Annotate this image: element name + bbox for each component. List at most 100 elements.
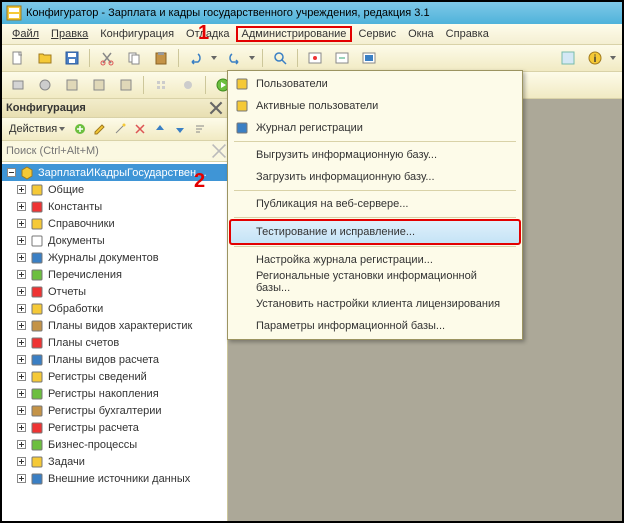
tree-item[interactable]: Внешние источники данных [2, 470, 227, 487]
dbg-3[interactable] [60, 73, 84, 97]
menu-windows[interactable]: Окна [402, 26, 440, 42]
menu-service[interactable]: Сервис [352, 26, 402, 42]
user-icon [234, 76, 250, 92]
menu-item[interactable]: Журнал регистрации [230, 117, 520, 139]
tree-item-label: Бизнес-процессы [48, 439, 137, 451]
expand-icon[interactable] [16, 422, 27, 433]
expand-icon[interactable] [16, 337, 27, 348]
menu-item[interactable]: Тестирование и исправление... [230, 220, 520, 244]
menu-item-label: Тестирование и исправление... [256, 226, 415, 238]
tree-item[interactable]: Регистры накопления [2, 385, 227, 402]
search-row [2, 141, 227, 162]
expand-icon[interactable] [16, 184, 27, 195]
up-icon[interactable] [151, 120, 169, 138]
menu-item[interactable]: Загрузить информационную базу... [230, 166, 520, 188]
actions-dropdown[interactable]: Действия [5, 121, 69, 137]
action2-button[interactable] [330, 46, 354, 70]
expand-icon[interactable] [16, 286, 27, 297]
sort-icon[interactable] [191, 120, 209, 138]
action1-button[interactable] [303, 46, 327, 70]
delete-icon[interactable] [131, 120, 149, 138]
save-button[interactable] [60, 46, 84, 70]
expand-icon[interactable] [16, 269, 27, 280]
down-icon[interactable] [171, 120, 189, 138]
cut-button[interactable] [95, 46, 119, 70]
expand-icon[interactable] [16, 201, 27, 212]
tree-item[interactable]: Планы счетов [2, 334, 227, 351]
reg-acc-icon [29, 386, 45, 402]
expand-icon[interactable] [16, 218, 27, 229]
dbg-5[interactable] [114, 73, 138, 97]
info-dropdown[interactable] [610, 56, 618, 60]
menu-item[interactable]: Установить настройки клиента лицензирова… [230, 293, 520, 315]
redo-button[interactable] [222, 46, 246, 70]
tree-item-label: Документы [48, 235, 105, 247]
tree-item[interactable]: Отчеты [2, 283, 227, 300]
dbg-6[interactable] [149, 73, 173, 97]
dbg-4[interactable] [87, 73, 111, 97]
search-input[interactable] [2, 143, 211, 159]
redo-dropdown[interactable] [249, 56, 257, 60]
open-button[interactable] [33, 46, 57, 70]
tree-item[interactable]: Планы видов расчета [2, 351, 227, 368]
expand-icon[interactable] [16, 388, 27, 399]
menu-item[interactable]: Параметры информационной базы... [230, 315, 520, 337]
dbg-7[interactable] [176, 73, 200, 97]
tree-item[interactable]: Регистры бухгалтерии [2, 402, 227, 419]
action3-button[interactable] [357, 46, 381, 70]
menu-item-label: Региональные установки информационной ба… [256, 270, 514, 294]
panel-close-icon[interactable] [209, 101, 223, 115]
menu-item[interactable]: Пользователи [230, 73, 520, 95]
expand-icon[interactable] [16, 405, 27, 416]
copy-button[interactable] [122, 46, 146, 70]
tree-item[interactable]: Константы [2, 198, 227, 215]
expand-icon[interactable] [16, 371, 27, 382]
dbg-1[interactable] [6, 73, 30, 97]
ext-db-icon [29, 471, 45, 487]
tree-item[interactable]: Бизнес-процессы [2, 436, 227, 453]
tool-right1[interactable] [556, 46, 580, 70]
menu-admin[interactable]: Администрирование [236, 26, 353, 42]
reg-calc-icon [29, 420, 45, 436]
tree-item[interactable]: Регистры расчета [2, 419, 227, 436]
tree-item[interactable]: Обработки [2, 300, 227, 317]
menu-item[interactable]: Активные пользователи [230, 95, 520, 117]
search-clear-icon[interactable] [211, 143, 227, 159]
dbg-2[interactable] [33, 73, 57, 97]
menu-file[interactable]: Файл [6, 26, 45, 42]
tree-item[interactable]: Регистры сведений [2, 368, 227, 385]
expand-icon[interactable] [16, 235, 27, 246]
expand-icon[interactable] [16, 252, 27, 263]
menu-item[interactable]: Региональные установки информационной ба… [230, 271, 520, 293]
tree-item[interactable]: Планы видов характеристик [2, 317, 227, 334]
add-icon[interactable] [71, 120, 89, 138]
find-button[interactable] [268, 46, 292, 70]
menu-item[interactable]: Настройка журнала регистрации... [230, 249, 520, 271]
expand-icon[interactable] [16, 303, 27, 314]
menu-item-label: Загрузить информационную базу... [256, 171, 435, 183]
paste-button[interactable] [149, 46, 173, 70]
menu-item[interactable]: Выгрузить информационную базу... [230, 144, 520, 166]
new-button[interactable] [6, 46, 30, 70]
info-button[interactable]: i [583, 46, 607, 70]
tree-item[interactable]: Задачи [2, 453, 227, 470]
expand-icon[interactable] [16, 456, 27, 467]
menu-item-label: Установить настройки клиента лицензирова… [256, 298, 500, 310]
wand-icon[interactable] [111, 120, 129, 138]
menu-config[interactable]: Конфигурация [94, 26, 180, 42]
tree-item[interactable]: Журналы документов [2, 249, 227, 266]
undo-button[interactable] [184, 46, 208, 70]
menu-edit[interactable]: Правка [45, 26, 94, 42]
tree-item[interactable]: Документы [2, 232, 227, 249]
edit-icon[interactable] [91, 120, 109, 138]
expand-icon[interactable] [16, 354, 27, 365]
menu-item[interactable]: Публикация на веб-сервере... [230, 193, 520, 215]
expand-icon[interactable] [16, 439, 27, 450]
expand-icon[interactable] [16, 320, 27, 331]
tree-item[interactable]: Справочники [2, 215, 227, 232]
collapse-icon[interactable] [6, 167, 17, 178]
menu-help[interactable]: Справка [440, 26, 495, 42]
expand-icon[interactable] [16, 473, 27, 484]
undo-dropdown[interactable] [211, 56, 219, 60]
tree-item[interactable]: Перечисления [2, 266, 227, 283]
